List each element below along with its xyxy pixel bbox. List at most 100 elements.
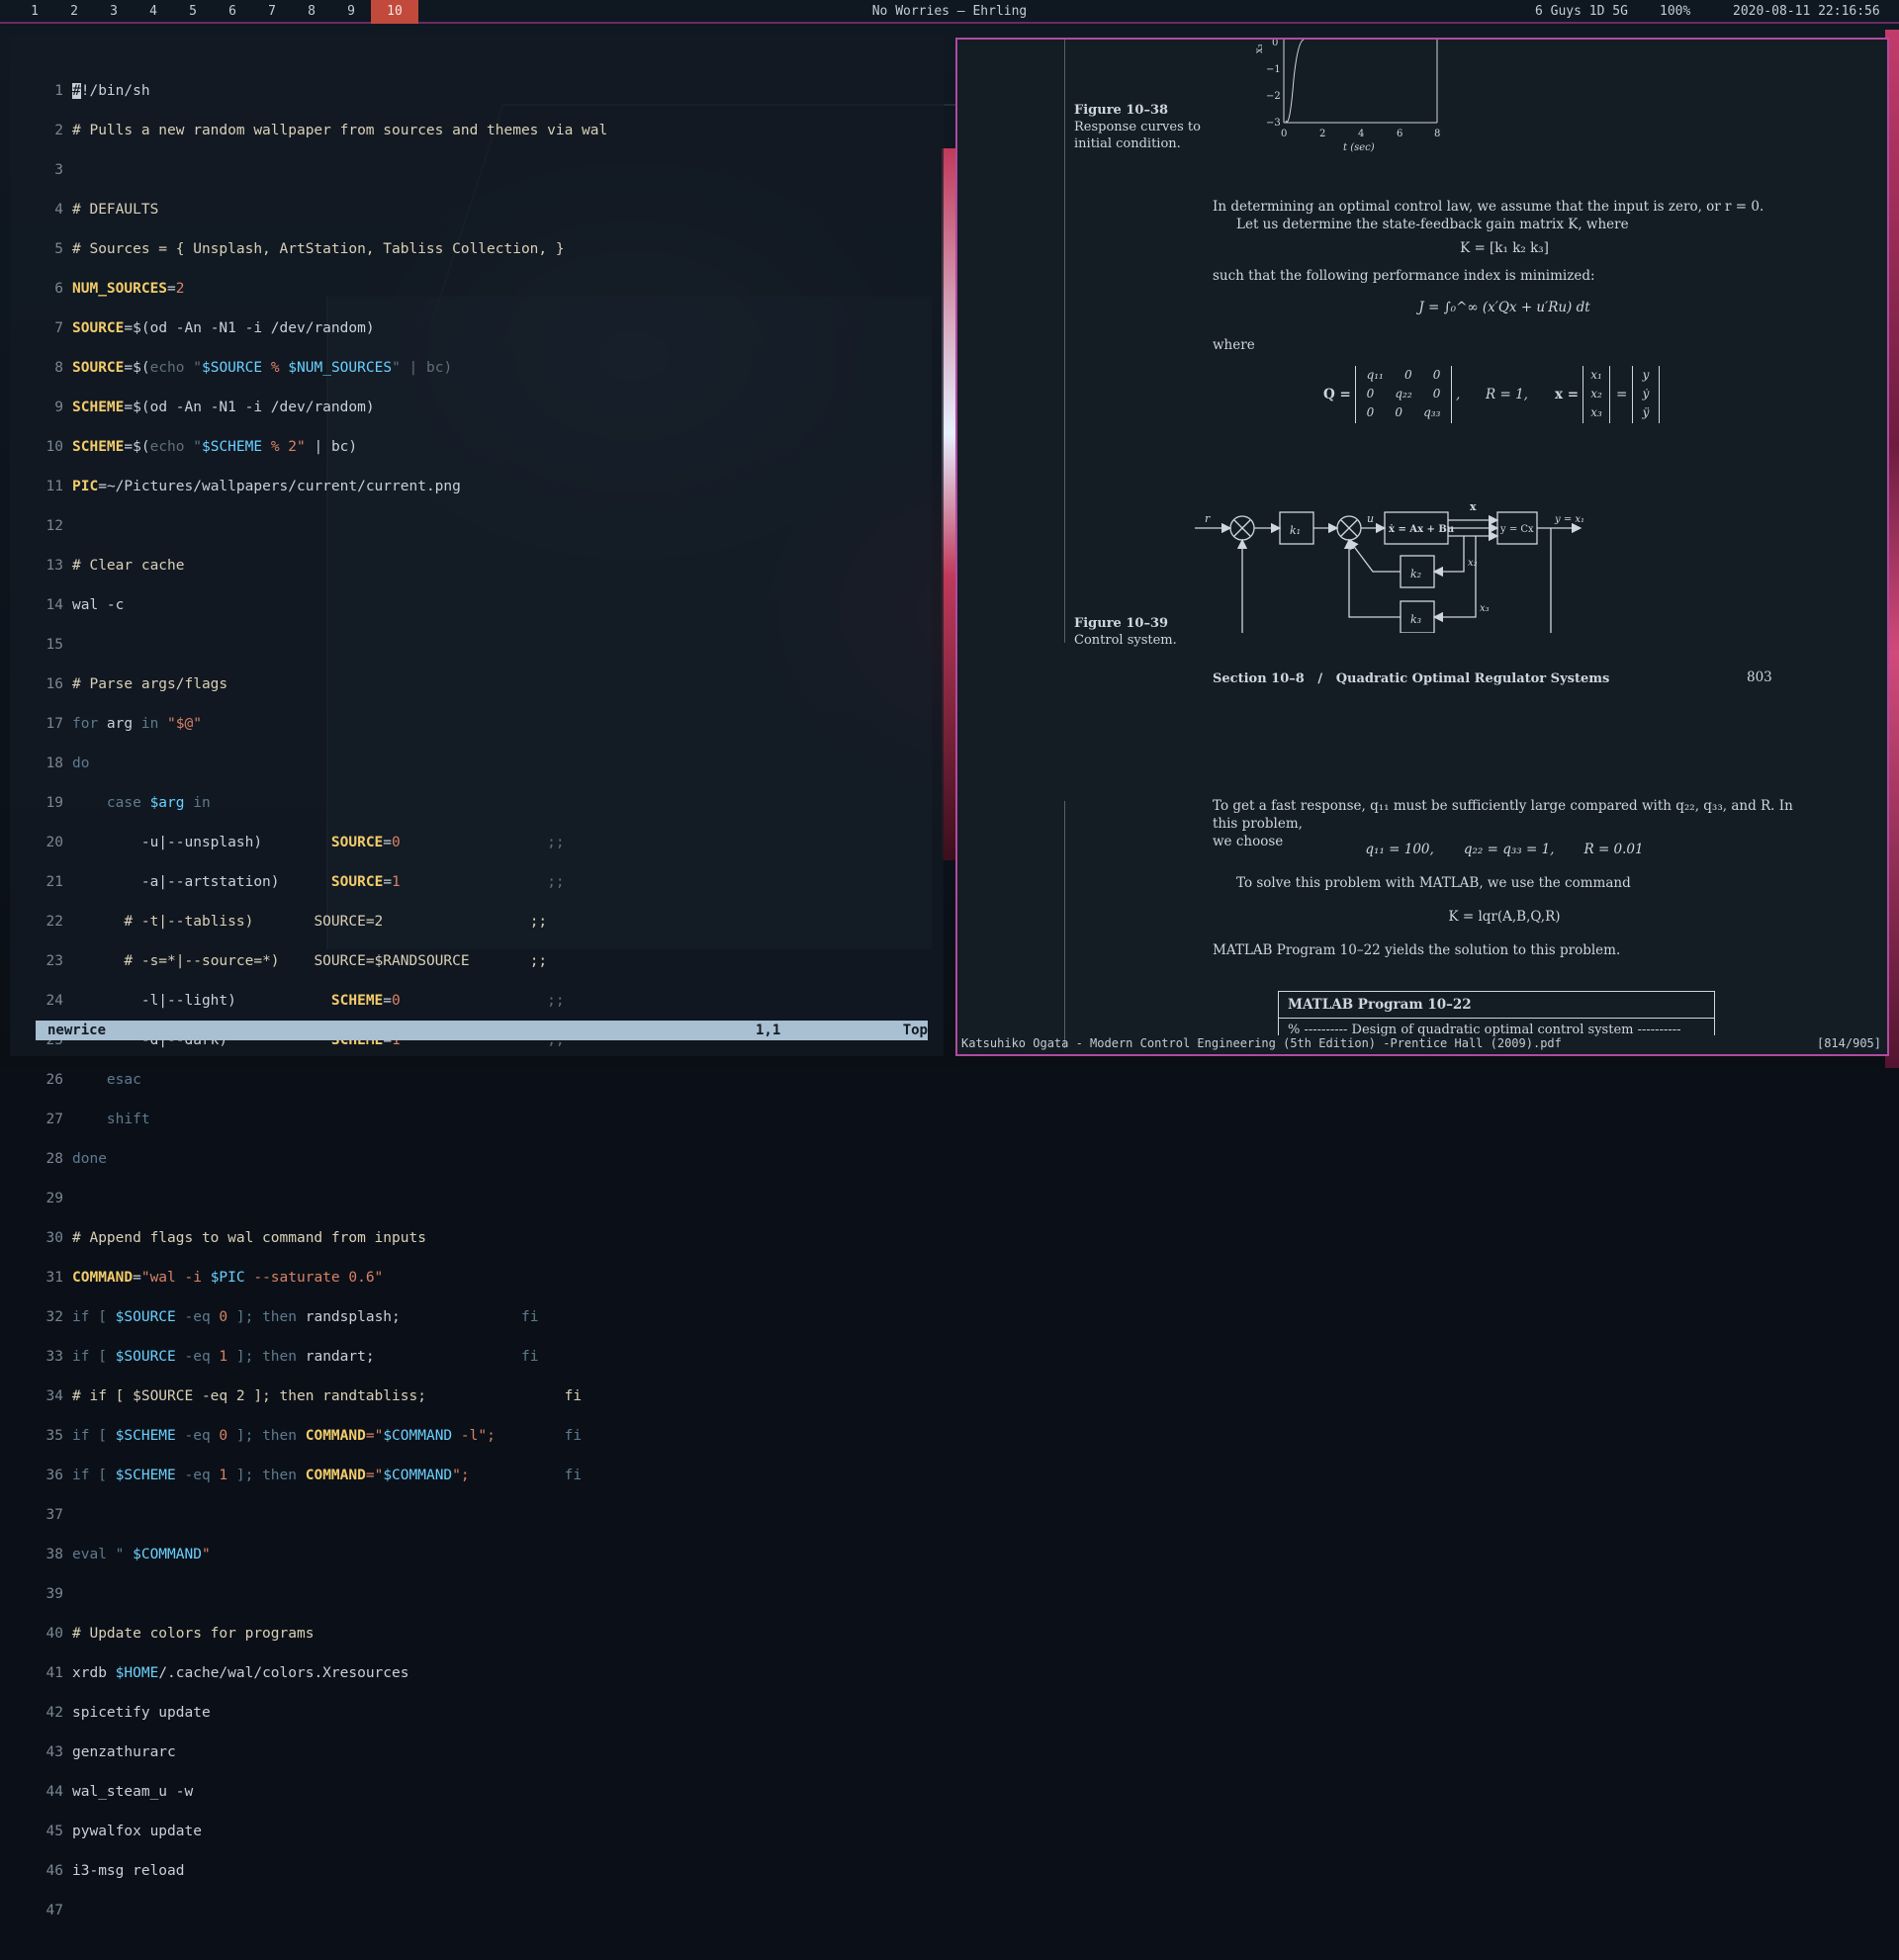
code-line-2: 2 # Pulls a new random wallpaper from sou… [54, 123, 608, 138]
workspace-6[interactable]: 6 [213, 0, 252, 24]
matlab-program-title: MATLAB Program 10–22 [1279, 992, 1714, 1019]
code-line-40: 40 # Update colors for programs [45, 1626, 315, 1642]
plot-x-label: t (sec) [1343, 142, 1375, 153]
page-margin-rule [1064, 40, 1065, 643]
diagram-k1: k₁ [1290, 524, 1301, 537]
code-line-13: 13 # Clear cache [45, 558, 185, 574]
workspace-7[interactable]: 7 [252, 0, 292, 24]
diagram-k2: k₂ [1410, 568, 1421, 580]
code-line-41: 41 xrdb $HOME/.cache/wal/colors.Xresource… [45, 1665, 409, 1681]
code-line-44: 44 wal_steam_u -w [45, 1784, 194, 1800]
plot-y-tick: 0 [1272, 40, 1278, 48]
code-line-39: 39 [45, 1586, 63, 1602]
plot-y-tick: −3 [1266, 118, 1281, 129]
pdf-filename: Katsuhiko Ogata - Modern Control Enginee… [961, 1036, 1562, 1050]
plot-x-tick: 8 [1434, 129, 1440, 139]
vim-editor-window[interactable]: 1 #!/bin/sh 2 # Pulls a new random wallpap… [10, 36, 944, 1918]
code-line-4: 4 # DEFAULTS [54, 202, 159, 218]
workspace-1[interactable]: 1 [15, 0, 54, 24]
figure-38-label: Figure 10–38 [1074, 103, 1169, 118]
top-bar: 1 2 3 4 5 6 7 8 9 10 No Worries — Ehrlin… [0, 0, 1899, 24]
code-line-35: 35 if [ $SCHEME -eq 0 ]; then COMMAND="$C… [45, 1428, 583, 1444]
code-line-3: 3 [54, 162, 63, 178]
code-line-17: 17 for arg in "$@" [45, 716, 202, 732]
code-line-23: 23 # -s=*|--source=*) SOURCE=$RANDSOURCE… [45, 953, 548, 969]
diagram-x3: x₃ [1480, 603, 1490, 614]
code-line-38: 38 eval " $COMMAND" [45, 1547, 211, 1562]
equation-performance-index: J = ∫₀^∞ (x′Qx + u′Ru) dt [1418, 300, 1590, 315]
equation-Q-R-x: Q = q₁₁ 0 0 0 q₂₂ 0 0 0 q₃₃ , R = 1, x = x₁ x₂ x… [1323, 366, 1739, 425]
code-line-10: 10 SCHEME=$(echo "$SCHEME % 2" | bc) [45, 439, 358, 455]
diagram-output: y = Cx [1499, 524, 1534, 535]
code-line-43: 43 genzathurarc [45, 1744, 176, 1760]
workspace-4[interactable]: 4 [134, 0, 173, 24]
code-line-32: 32 if [ $SOURCE -eq 0 ]; then randsplash;… [45, 1309, 539, 1325]
diagram-u: u [1367, 512, 1374, 525]
code-line-15: 15 [45, 637, 63, 653]
x-vector-label: x = [1555, 387, 1580, 402]
paragraph-matlab-command: To solve this problem with MATLAB, we us… [1236, 875, 1631, 891]
volume-status: 100% [1660, 4, 1691, 19]
diagram-k3: k₃ [1410, 613, 1421, 626]
code-line-12: 12 [45, 518, 63, 534]
plot-x-tick: 6 [1397, 129, 1402, 139]
code-line-45: 45 pywalfox update [45, 1824, 202, 1839]
text-cursor: # [72, 83, 81, 99]
code-line-36: 36 if [ $SCHEME -eq 1 ]; then COMMAND="$C… [45, 1468, 583, 1483]
code-line-30: 30 # Append flags to wal command from inp… [45, 1230, 426, 1246]
code-line-21: 21 -a|--artstation) SOURCE=1 ;; [45, 874, 565, 890]
wallpaper-light-stripe [942, 148, 955, 860]
workspace-9[interactable]: 9 [331, 0, 371, 24]
pdf-page-indicator: [814/905] [1816, 1036, 1881, 1050]
code-line-11: 11 PIC=~/Pictures/wallpapers/current/curr… [45, 479, 461, 494]
equation-gain-matrix: K = [k₁ k₂ k₃] [1460, 240, 1549, 256]
plot-y-tick: −1 [1266, 64, 1281, 75]
code-line-9: 9 SCHEME=$(od -An -N1 -i /dev/random) [54, 400, 375, 415]
diagram-y-out: y = x₁ [1554, 514, 1584, 525]
code-line-34: 34 # if [ $SOURCE -eq 2 ]; then randtabli… [45, 1388, 583, 1404]
plot-curve [1285, 40, 1305, 123]
paragraph-performance-index: such that the following performance inde… [1213, 268, 1595, 284]
workspace-5[interactable]: 5 [173, 0, 213, 24]
status-scroll-position: Top [902, 1023, 928, 1038]
code-line-29: 29 [45, 1191, 63, 1206]
status-filename: newrice [47, 1023, 107, 1038]
code-line-33: 33 if [ $SOURCE -eq 1 ]; then randart; fi [45, 1349, 539, 1365]
matlab-program-box: MATLAB Program 10–22 % ---------- Design… [1278, 991, 1715, 1037]
y-vector: yẏÿ [1632, 366, 1660, 423]
code-line-24: 24 -l|--light) SCHEME=0 ;; [45, 993, 565, 1009]
equals-sign: = [1616, 387, 1628, 402]
code-line-26: 26 esac [45, 1072, 141, 1088]
plot-x-tick: 0 [1281, 129, 1287, 139]
code-buffer[interactable]: 1 #!/bin/sh 2 # Pulls a new random wallpap… [36, 61, 926, 1960]
code-line-14: 14 wal -c [45, 597, 125, 613]
workspace-8[interactable]: 8 [292, 0, 331, 24]
code-line-27: 27 shift [45, 1112, 150, 1127]
plot-y-tick: −2 [1266, 91, 1281, 102]
code-line-46: 46 i3-msg reload [45, 1863, 185, 1879]
response-plot: x₃ 0 −1 −2 −3 0 2 4 6 8 t (sec) [1254, 40, 1440, 153]
q-matrix-label: Q = [1323, 387, 1351, 402]
diagram-r: r [1205, 512, 1211, 525]
pdf-status-bar: Katsuhiko Ogata - Modern Control Enginee… [957, 1036, 1887, 1052]
code-line-20: 20 -u|--unsplash) SOURCE=0 ;; [45, 835, 565, 850]
code-line-19: 19 case $arg in [45, 795, 211, 811]
q-matrix: q₁₁ 0 0 0 q₂₂ 0 0 0 q₃₃ [1355, 366, 1452, 423]
plot-x-tick: 4 [1358, 129, 1364, 139]
equation-weights: q₁₁ = 100, q₂₂ = q₃₃ = 1, R = 0.01 [1365, 842, 1644, 857]
workspace-10-active[interactable]: 10 [371, 0, 418, 24]
figure-39-label: Figure 10–39 [1074, 616, 1169, 631]
pdf-viewer-window[interactable]: Figure 10–38 Response curves to initial … [955, 38, 1889, 1056]
diagram-plant: ẋ = Ax + Bu [1389, 524, 1454, 535]
control-block-diagram: r k₁ u ẋ = Ax + Bu x y = Cx y = x₁ k₂ x₂… [1195, 500, 1584, 633]
code-line-6: 6 NUM_SOURCES=2 [54, 281, 185, 297]
figure-38-caption: Figure 10–38 Response curves to initial … [1074, 103, 1201, 151]
wifi-status: 6 Guys 1D 5G [1535, 4, 1628, 19]
code-line-16: 16 # Parse args/flags [45, 676, 228, 692]
code-line-31: 31 COMMAND="wal -i $PIC --saturate 0.6" [45, 1270, 384, 1286]
code-line-8: 8 SOURCE=$(echo "$SOURCE % $NUM_SOURCES" … [54, 360, 453, 376]
code-line-47: 47 [45, 1903, 63, 1918]
workspace-2[interactable]: 2 [54, 0, 94, 24]
page-number: 803 [1747, 669, 1772, 685]
workspace-3[interactable]: 3 [94, 0, 134, 24]
